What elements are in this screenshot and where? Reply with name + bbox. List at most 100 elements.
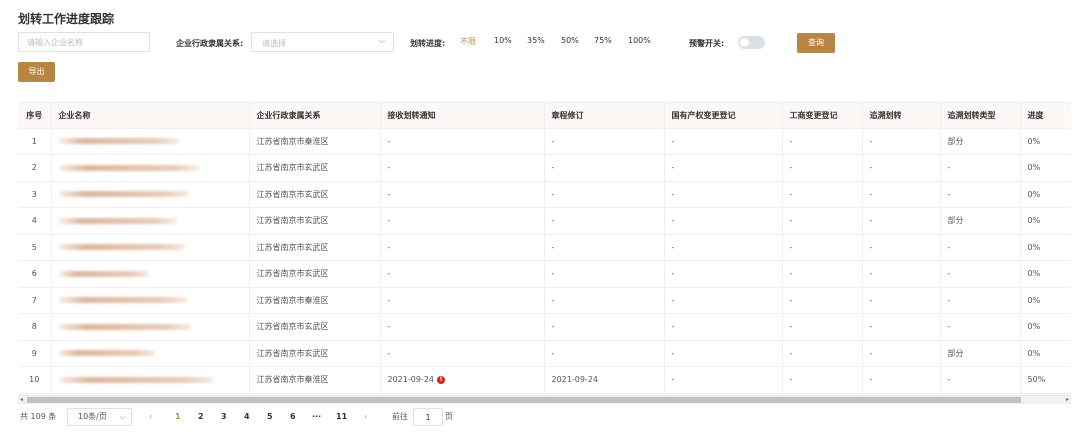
export-button[interactable]: 导出: [18, 62, 55, 82]
cell-charter-revision-text: -: [551, 322, 555, 332]
cell-state-property-reg: -: [664, 234, 783, 261]
cell-company-name: [51, 287, 250, 314]
cell-charter-revision: -: [544, 313, 665, 341]
exclamation-circle-icon[interactable]: !: [437, 375, 445, 384]
scrollbar-thumb[interactable]: [27, 397, 1021, 403]
table-row[interactable]: 6 江苏省南京市玄武区 - - - - - - 0%: [18, 260, 1071, 288]
table-row[interactable]: 7 江苏省南京市秦淮区 - - - - - - 0%: [18, 287, 1071, 314]
cell-charter-revision-text: 2021-09-24: [551, 375, 599, 385]
cell-receive-notice-text: -: [387, 295, 391, 305]
progress-option-10[interactable]: 10%: [494, 36, 512, 45]
scroll-right-icon[interactable]: ▸: [1066, 396, 1069, 404]
cell-trace-type-text: -: [947, 163, 951, 173]
cell-trace-transfer: -: [862, 234, 941, 261]
cell-company-name: [51, 181, 250, 208]
cell-progress-text: 0%: [1027, 216, 1041, 226]
progress-option-all[interactable]: 不限: [460, 36, 476, 47]
cell-progress-text: 0%: [1027, 348, 1041, 358]
horizontal-scrollbar[interactable]: ◂ ▸: [18, 395, 1071, 404]
cell-progress-text: 0%: [1027, 322, 1041, 332]
redacted-company-name: [58, 323, 191, 330]
page-size-select[interactable]: 10条/页: [67, 408, 132, 426]
page-button-4[interactable]: 4: [244, 408, 250, 426]
table-row[interactable]: 8 江苏省南京市玄武区 - - - - - - 0%: [18, 313, 1071, 341]
page-button-3[interactable]: 3: [221, 408, 227, 426]
progress-option-100[interactable]: 100%: [628, 36, 651, 45]
cell-company-name: [51, 366, 250, 394]
progress-option-35[interactable]: 35%: [527, 36, 545, 45]
cell-receive-notice-text: 2021-09-24: [387, 375, 435, 385]
cell-company-name: [51, 260, 250, 288]
table-row[interactable]: 1 江苏省南京市秦淮区 - - - - - 部分 0%: [18, 128, 1071, 155]
progress-option-75[interactable]: 75%: [594, 36, 612, 45]
cell-index-text: 9: [31, 348, 37, 358]
warning-toggle[interactable]: [738, 36, 765, 49]
cell-receive-notice: -: [380, 181, 545, 208]
redacted-company-name: [58, 270, 149, 277]
cell-charter-revision: -: [544, 128, 665, 155]
table-row[interactable]: 4 江苏省南京市玄武区 - - - - - 部分 0%: [18, 207, 1071, 235]
cell-admin-relation: 江苏省南京市玄武区: [249, 313, 381, 341]
table-row[interactable]: 5 江苏省南京市玄武区 - - - - - - 0%: [18, 234, 1071, 261]
cell-admin-relation: 江苏省南京市玄武区: [249, 234, 381, 261]
cell-trace-type-text: -: [947, 189, 951, 199]
cell-progress: 0%: [1020, 154, 1071, 182]
admin-relation-select[interactable]: 请选择: [251, 32, 394, 52]
cell-progress: 0%: [1020, 128, 1071, 155]
page-button-5[interactable]: 5: [267, 408, 273, 426]
cell-company-name: [51, 128, 250, 155]
total-count: 共 109 条: [20, 412, 57, 421]
page-button-6[interactable]: 6: [290, 408, 296, 426]
cell-state-property-reg: -: [664, 366, 783, 394]
cell-progress-text: 0%: [1027, 136, 1041, 146]
cell-progress-text: 0%: [1027, 189, 1041, 199]
cell-state-property-reg: -: [664, 287, 783, 314]
cell-admin-relation: 江苏省南京市秦淮区: [249, 366, 381, 394]
scroll-left-icon[interactable]: ◂: [20, 396, 23, 404]
cell-admin-relation-text: 江苏省南京市玄武区: [256, 189, 329, 199]
cell-trace-type-text: -: [947, 375, 951, 385]
cell-company-name: [51, 313, 250, 341]
page-button-11[interactable]: 11: [336, 408, 347, 426]
chevron-left-icon[interactable]: ‹: [149, 408, 152, 426]
cell-index-text: 3: [31, 189, 37, 199]
cell-progress: 0%: [1020, 181, 1071, 208]
cell-receive-notice-text: -: [387, 269, 391, 279]
cell-admin-relation: 江苏省南京市秦淮区: [249, 287, 381, 314]
cell-trace-transfer: -: [862, 340, 941, 367]
table-row[interactable]: 10 江苏省南京市秦淮区 2021-09-24! 2021-09-24- - - -50%: [18, 366, 1071, 394]
redacted-company-name: [58, 376, 213, 383]
cell-charter-revision-text: -: [551, 136, 555, 146]
cell-state-property-reg-text: -: [671, 216, 675, 226]
chevron-right-icon[interactable]: ›: [364, 408, 367, 426]
goto-page-input[interactable]: [413, 408, 443, 426]
cell-trace-type: 部分: [940, 207, 1021, 235]
cell-trace-type: 部分: [940, 340, 1021, 367]
cell-trace-transfer: -: [862, 207, 941, 235]
table-row[interactable]: 9 江苏省南京市玄武区 - - - - - 部分 0%: [18, 340, 1071, 367]
cell-index-text: 10: [29, 375, 40, 385]
cell-trace-transfer: -: [862, 313, 941, 341]
cell-charter-revision-text: -: [551, 216, 555, 226]
col-header-trace-transfer: 追溯划转: [862, 103, 941, 129]
page-button-2[interactable]: 2: [198, 408, 204, 426]
table-row[interactable]: 2 江苏省南京市玄武区 - - - - - - 0%: [18, 154, 1071, 182]
page-ellipsis[interactable]: ···: [312, 408, 321, 426]
query-button[interactable]: 查询: [797, 33, 835, 53]
cell-trace-transfer-text: -: [869, 136, 873, 146]
cell-receive-notice: -: [380, 287, 545, 314]
col-header-charter-revision: 章程修订: [544, 103, 665, 129]
cell-trace-transfer-text: -: [869, 322, 873, 332]
page-button-1[interactable]: 1: [175, 408, 181, 426]
company-search-input[interactable]: [18, 32, 150, 52]
cell-state-property-reg-text: -: [671, 348, 675, 358]
cell-charter-revision-text: -: [551, 295, 555, 305]
cell-charter-revision: -: [544, 154, 665, 182]
progress-option-50[interactable]: 50%: [561, 36, 579, 45]
table-row[interactable]: 3 江苏省南京市玄武区 - - - - - - 0%: [18, 181, 1071, 208]
cell-trace-transfer: -: [862, 154, 941, 182]
chevron-down-icon: [119, 416, 126, 420]
cell-index-text: 1: [31, 136, 37, 146]
cell-trace-transfer-text: -: [869, 375, 873, 385]
cell-index: 6: [18, 260, 52, 288]
